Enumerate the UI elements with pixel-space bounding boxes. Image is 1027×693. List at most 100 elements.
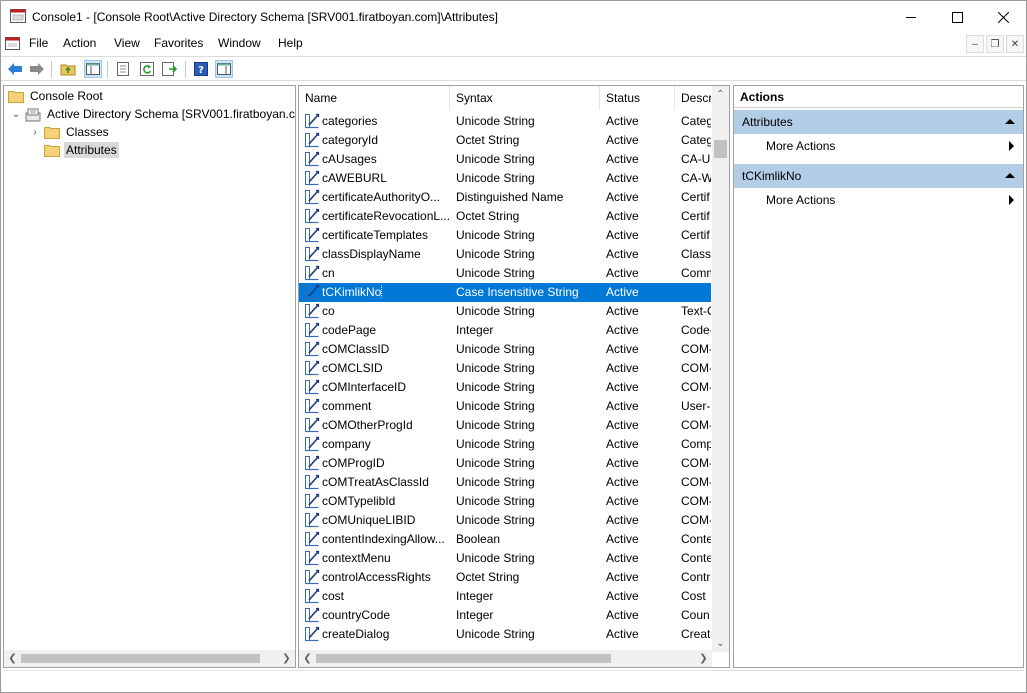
scrollbar-thumb[interactable] (21, 654, 260, 663)
attribute-name: cOMProgID (322, 456, 385, 470)
attribute-description: Categ (681, 114, 711, 128)
table-row[interactable]: categoryId Octet String Active Categ (299, 131, 711, 150)
scroll-up-arrow-icon[interactable]: ⌃ (712, 86, 729, 103)
menu-action[interactable]: Action (63, 36, 96, 50)
refresh-button[interactable] (138, 60, 156, 78)
show-hide-console-tree-button[interactable] (84, 60, 102, 78)
table-row[interactable]: certificateAuthorityO... Distinguished Na… (299, 188, 711, 207)
table-row[interactable]: classDisplayName Unicode String Active Clas… (299, 245, 711, 264)
attribute-name: cOMCLSID (322, 361, 383, 375)
table-row[interactable]: cOMTreatAsClassId Unicode String Active COM… (299, 473, 711, 492)
minimize-button[interactable] (888, 1, 934, 33)
scroll-right-arrow-icon[interactable]: ❯ (278, 650, 295, 667)
table-row[interactable]: contextMenu Unicode String Active Conte (299, 549, 711, 568)
table-row[interactable]: countryCode Integer Active Coun (299, 606, 711, 625)
column-header-syntax[interactable]: Syntax (450, 86, 600, 110)
column-header-name[interactable]: Name (299, 86, 450, 110)
table-row[interactable]: tCKimlikNo Case Insensitive String Active (299, 283, 711, 302)
attribute-description: Certif (681, 190, 710, 204)
table-row[interactable]: cOMUniqueLIBID Unicode String Active COM- (299, 511, 711, 530)
table-row[interactable]: certificateRevocationL... Octet String Act… (299, 207, 711, 226)
menu-file[interactable]: File (29, 36, 48, 50)
scroll-left-arrow-icon[interactable]: ❮ (299, 650, 316, 667)
collapse-arrow-icon[interactable] (1005, 173, 1015, 178)
mdi-close-button[interactable]: ✕ (1006, 35, 1024, 53)
chevron-down-icon[interactable]: ⌄ (10, 108, 22, 120)
help-button[interactable]: ? (192, 60, 210, 78)
up-one-level-button[interactable] (59, 60, 77, 78)
attribute-name: contentIndexingAllow... (322, 532, 445, 546)
table-row[interactable]: company Unicode String Active Comp (299, 435, 711, 454)
column-header-description[interactable]: Description (675, 86, 711, 110)
actions-section-tckimlikno[interactable]: tCKimlikNo (734, 164, 1023, 188)
mdi-restore-button[interactable]: ❐ (986, 35, 1004, 53)
mmc-document-icon[interactable] (5, 36, 20, 51)
close-icon (997, 11, 1009, 23)
submenu-arrow-icon (1009, 141, 1014, 151)
table-row[interactable]: cOMTypelibId Unicode String Active COM- (299, 492, 711, 511)
attribute-status: Active (606, 133, 639, 147)
table-row[interactable]: cost Integer Active Cost (299, 587, 711, 606)
list-vertical-scrollbar[interactable]: ⌃ ⌄ (712, 86, 729, 652)
scroll-right-arrow-icon[interactable]: ❯ (695, 650, 712, 667)
properties-button[interactable] (114, 60, 132, 78)
table-row[interactable]: cOMOtherProgId Unicode String Active COM- (299, 416, 711, 435)
attribute-icon (305, 132, 320, 148)
attribute-status: Active (606, 570, 639, 584)
attribute-syntax: Case Insensitive String (456, 285, 579, 299)
table-row[interactable]: cAUsages Unicode String Active CA-U (299, 150, 711, 169)
scroll-left-arrow-icon[interactable]: ❮ (4, 650, 21, 667)
scroll-down-arrow-icon[interactable]: ⌄ (712, 635, 729, 652)
close-button[interactable] (980, 1, 1026, 33)
menu-view[interactable]: View (114, 36, 140, 50)
table-row[interactable]: categories Unicode String Active Categ (299, 112, 711, 131)
menu-favorites[interactable]: Favorites (154, 36, 203, 50)
maximize-button[interactable] (934, 1, 980, 33)
tree-label: Active Directory Schema [SRV001.firatboy… (47, 107, 296, 121)
chevron-right-icon[interactable]: › (29, 126, 41, 138)
table-row[interactable]: createDialog Unicode String Active Create (299, 625, 711, 644)
show-hide-action-pane-button[interactable] (215, 60, 233, 78)
actions-section-attributes[interactable]: Attributes (734, 110, 1023, 134)
table-row[interactable]: cOMCLSID Unicode String Active COM- (299, 359, 711, 378)
table-row[interactable]: cOMProgID Unicode String Active COM- (299, 454, 711, 473)
tree-item-console-root[interactable]: Console Root (8, 87, 105, 105)
tree-item-attributes[interactable]: Attributes (29, 141, 119, 159)
table-row[interactable]: cOMClassID Unicode String Active COM- (299, 340, 711, 359)
attribute-status: Active (606, 437, 639, 451)
table-row[interactable]: comment Unicode String Active User-C (299, 397, 711, 416)
attribute-name: cOMTreatAsClassId (322, 475, 429, 489)
export-list-button[interactable] (161, 60, 179, 78)
attribute-status: Active (606, 247, 639, 261)
table-row[interactable]: certificateTemplates Unicode String Active… (299, 226, 711, 245)
attribute-icon (305, 208, 320, 224)
table-row[interactable]: controlAccessRights Octet String Active Con… (299, 568, 711, 587)
table-row[interactable]: codePage Integer Active Code- (299, 321, 711, 340)
tree-horizontal-scrollbar[interactable]: ❮ ❯ (4, 650, 295, 667)
mdi-minimize-button[interactable]: – (966, 35, 984, 53)
back-button[interactable] (6, 60, 24, 78)
table-row[interactable]: cOMInterfaceID Unicode String Active COM- (299, 378, 711, 397)
scrollbar-thumb[interactable] (714, 140, 727, 158)
attribute-description: COM- (681, 418, 711, 432)
forward-arrow-icon (30, 63, 44, 75)
table-row[interactable]: cn Unicode String Active Comm (299, 264, 711, 283)
mmc-window: Console1 - [Console Root\Active Director… (0, 0, 1027, 693)
refresh-icon (140, 62, 154, 76)
collapse-arrow-icon[interactable] (1005, 119, 1015, 124)
tree-item-classes[interactable]: › Classes (29, 123, 111, 141)
tree-item-active-directory-schema[interactable]: ⌄ Active Directory Schema [SRV001.firatb… (10, 105, 296, 123)
list-horizontal-scrollbar[interactable]: ❮ ❯ (299, 650, 712, 667)
column-header-status[interactable]: Status (600, 86, 675, 110)
menu-help[interactable]: Help (278, 36, 303, 50)
more-actions-attributes[interactable]: More Actions (734, 135, 1023, 157)
more-actions-tckimlikno[interactable]: More Actions (734, 189, 1023, 211)
table-row[interactable]: contentIndexingAllow... Boolean Active Cont… (299, 530, 711, 549)
table-row[interactable]: cAWEBURL Unicode String Active CA-W (299, 169, 711, 188)
forward-button[interactable] (28, 60, 46, 78)
scrollbar-thumb[interactable] (316, 654, 611, 663)
menu-window[interactable]: Window (218, 36, 261, 50)
table-row[interactable]: co Unicode String Active Text-C (299, 302, 711, 321)
attribute-status: Active (606, 361, 639, 375)
section-title: tCKimlikNo (742, 169, 802, 183)
